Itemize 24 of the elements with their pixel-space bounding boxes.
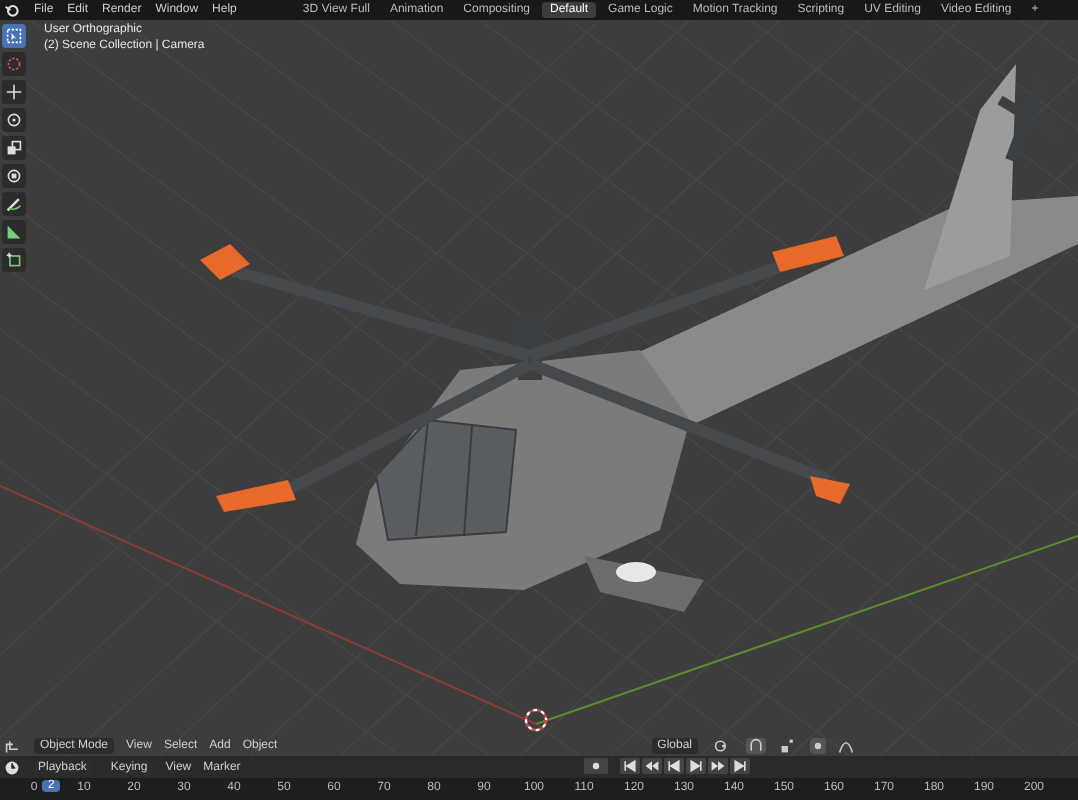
- move-tool-button[interactable]: [2, 80, 26, 104]
- scale-tool-button[interactable]: [2, 136, 26, 160]
- play-icon[interactable]: [686, 758, 706, 774]
- editor-type-icon[interactable]: [4, 759, 20, 775]
- rotate-tool-button[interactable]: [2, 108, 26, 132]
- cursor-tool-button[interactable]: [2, 52, 26, 76]
- next-keyframe-icon[interactable]: [708, 758, 728, 774]
- editor-type-icon[interactable]: [4, 737, 22, 753]
- add-cube-tool-button[interactable]: [2, 248, 26, 272]
- play-reverse-icon[interactable]: [664, 758, 684, 774]
- transform-tool-button[interactable]: [2, 164, 26, 188]
- snap-icon[interactable]: [746, 737, 766, 753]
- record-button-icon[interactable]: [584, 758, 608, 774]
- previous-keyframe-icon[interactable]: [642, 758, 662, 774]
- jump-to-end-icon[interactable]: [730, 758, 750, 774]
- jump-to-start-icon[interactable]: [620, 758, 640, 774]
- snap-target-icon[interactable]: [778, 737, 798, 753]
- select-tool-button[interactable]: [2, 24, 26, 48]
- app-logo-icon[interactable]: [4, 2, 20, 18]
- annotate-tool-button[interactable]: [2, 192, 26, 216]
- 3d-cursor-icon: [524, 708, 548, 732]
- measure-tool-button[interactable]: [2, 220, 26, 244]
- falloff-icon[interactable]: [838, 737, 854, 753]
- proportional-edit-icon[interactable]: [810, 737, 826, 753]
